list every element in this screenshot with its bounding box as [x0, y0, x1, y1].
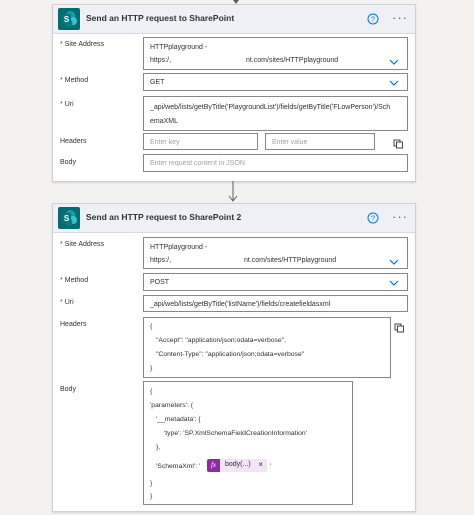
- svg-text:?: ?: [371, 214, 375, 223]
- method-label: * Method: [60, 77, 89, 84]
- more-options-icon[interactable]: ···: [392, 209, 410, 225]
- chevron-down-icon[interactable]: [389, 80, 399, 86]
- site-address-line1: HTTPplayground -: [150, 44, 208, 51]
- body-code-line: 'type': 'SP.XmlSchemaFieldCreationInform…: [164, 430, 307, 437]
- chevron-down-icon[interactable]: [389, 259, 399, 265]
- body-code-line: },: [156, 444, 161, 451]
- body-label: Body: [60, 386, 76, 393]
- svg-text:S: S: [64, 15, 70, 24]
- uri-line2: emaXML: [150, 118, 179, 125]
- card-2-title: Send an HTTP request to SharePoint 2: [86, 212, 242, 222]
- svg-text:?: ?: [371, 15, 375, 24]
- site-address-label: * Site Address: [60, 41, 105, 48]
- body-code-line: }: [150, 493, 153, 500]
- card-1-title: Send an HTTP request to SharePoint: [86, 13, 235, 23]
- body-label: Body: [60, 159, 76, 166]
- switch-text-mode-icon[interactable]: [394, 320, 405, 333]
- method-dropdown[interactable]: GET: [143, 73, 408, 91]
- site-address-line2-prefix: https:/,: [150, 257, 172, 264]
- site-address-label: * Site Address: [60, 241, 105, 248]
- headers-label: Headers: [60, 138, 87, 145]
- method-dropdown[interactable]: POST: [143, 273, 408, 291]
- headers-code-line: "Content-Type": "application/json;odata=…: [156, 351, 305, 358]
- svg-text:S: S: [64, 214, 70, 223]
- action-card-2: S Send an HTTP request to SharePoint 2 ?…: [52, 203, 416, 512]
- body-placeholder: Enter request content in JSON: [150, 160, 245, 167]
- body-code-line: }: [150, 480, 153, 487]
- header-value-input[interactable]: Enter value: [265, 133, 375, 150]
- headers-text-input[interactable]: { "Accept": "application/json;odata=verb…: [143, 317, 391, 378]
- token-label: body(...): [225, 461, 251, 468]
- site-address-dropdown[interactable]: HTTPplayground - https:/, nt.com/sites/H…: [143, 237, 408, 269]
- method-value: GET: [150, 79, 165, 86]
- site-address-line1: HTTPplayground -: [150, 244, 208, 251]
- switch-text-mode-icon[interactable]: [393, 136, 404, 149]
- card-1-header[interactable]: S Send an HTTP request to SharePoint ? ·…: [53, 5, 415, 34]
- body-text-input[interactable]: { 'parameters': { '__metadata': { 'type'…: [143, 381, 353, 505]
- uri-line1: _api/web/lists/getByTitle('listName')/fi…: [150, 301, 331, 308]
- header-key-placeholder: Enter key: [150, 139, 180, 146]
- help-circle-icon[interactable]: ?: [367, 12, 379, 25]
- uri-input[interactable]: _api/web/lists/getByTitle('listName')/fi…: [143, 295, 408, 312]
- chevron-down-icon[interactable]: [389, 280, 399, 286]
- header-value-placeholder: Enter value: [272, 139, 308, 146]
- uri-input[interactable]: _api/web/lists/getByTitle('PlaygroundLis…: [143, 96, 408, 131]
- header-key-input[interactable]: Enter key: [143, 133, 258, 150]
- uri-line1: _api/web/lists/getByTitle('PlaygroundLis…: [150, 104, 391, 111]
- body-code-line: 'parameters': {: [150, 402, 194, 409]
- close-icon[interactable]: ×: [258, 460, 263, 469]
- token-trailing-quote: ': [270, 463, 272, 470]
- body-code-line: {: [150, 388, 153, 395]
- dynamic-content-token[interactable]: fx body(...) ×: [207, 459, 267, 472]
- method-label: * Method: [60, 277, 89, 284]
- action-card-1: S Send an HTTP request to SharePoint ? ·…: [52, 4, 416, 182]
- fx-icon: fx: [207, 459, 220, 472]
- body-input[interactable]: Enter request content in JSON: [143, 154, 408, 172]
- site-address-dropdown[interactable]: HTTPplayground - https:/, nt.com/sites/H…: [143, 37, 408, 70]
- help-circle-icon[interactable]: ?: [367, 211, 379, 224]
- arrow-down-icon: [228, 181, 238, 203]
- uri-label: * Uri: [60, 101, 74, 108]
- method-value: POST: [150, 279, 170, 286]
- chevron-down-icon[interactable]: [389, 59, 399, 65]
- headers-code-line: "Accept": "application/json;odata=verbos…: [156, 337, 286, 344]
- site-address-line2-suffix: nt.com/sites/HTTPplayground: [246, 57, 339, 64]
- site-address-line2-prefix: https:/,: [150, 57, 172, 64]
- card-2-header[interactable]: S Send an HTTP request to SharePoint 2 ?…: [53, 204, 415, 233]
- uri-label: * Uri: [60, 299, 74, 306]
- sharepoint-icon: S: [58, 8, 80, 30]
- body-code-line: '__metadata': {: [156, 416, 201, 423]
- sharepoint-icon: S: [58, 207, 80, 229]
- body-code-line: 'SchemaXml': ': [156, 463, 201, 470]
- site-address-line2-suffix: nt.com/sites/HTTPplayground: [244, 257, 337, 264]
- headers-label: Headers: [60, 321, 87, 328]
- headers-code-line: {: [150, 323, 153, 330]
- headers-code-line: }: [150, 365, 153, 372]
- more-options-icon[interactable]: ···: [392, 10, 410, 26]
